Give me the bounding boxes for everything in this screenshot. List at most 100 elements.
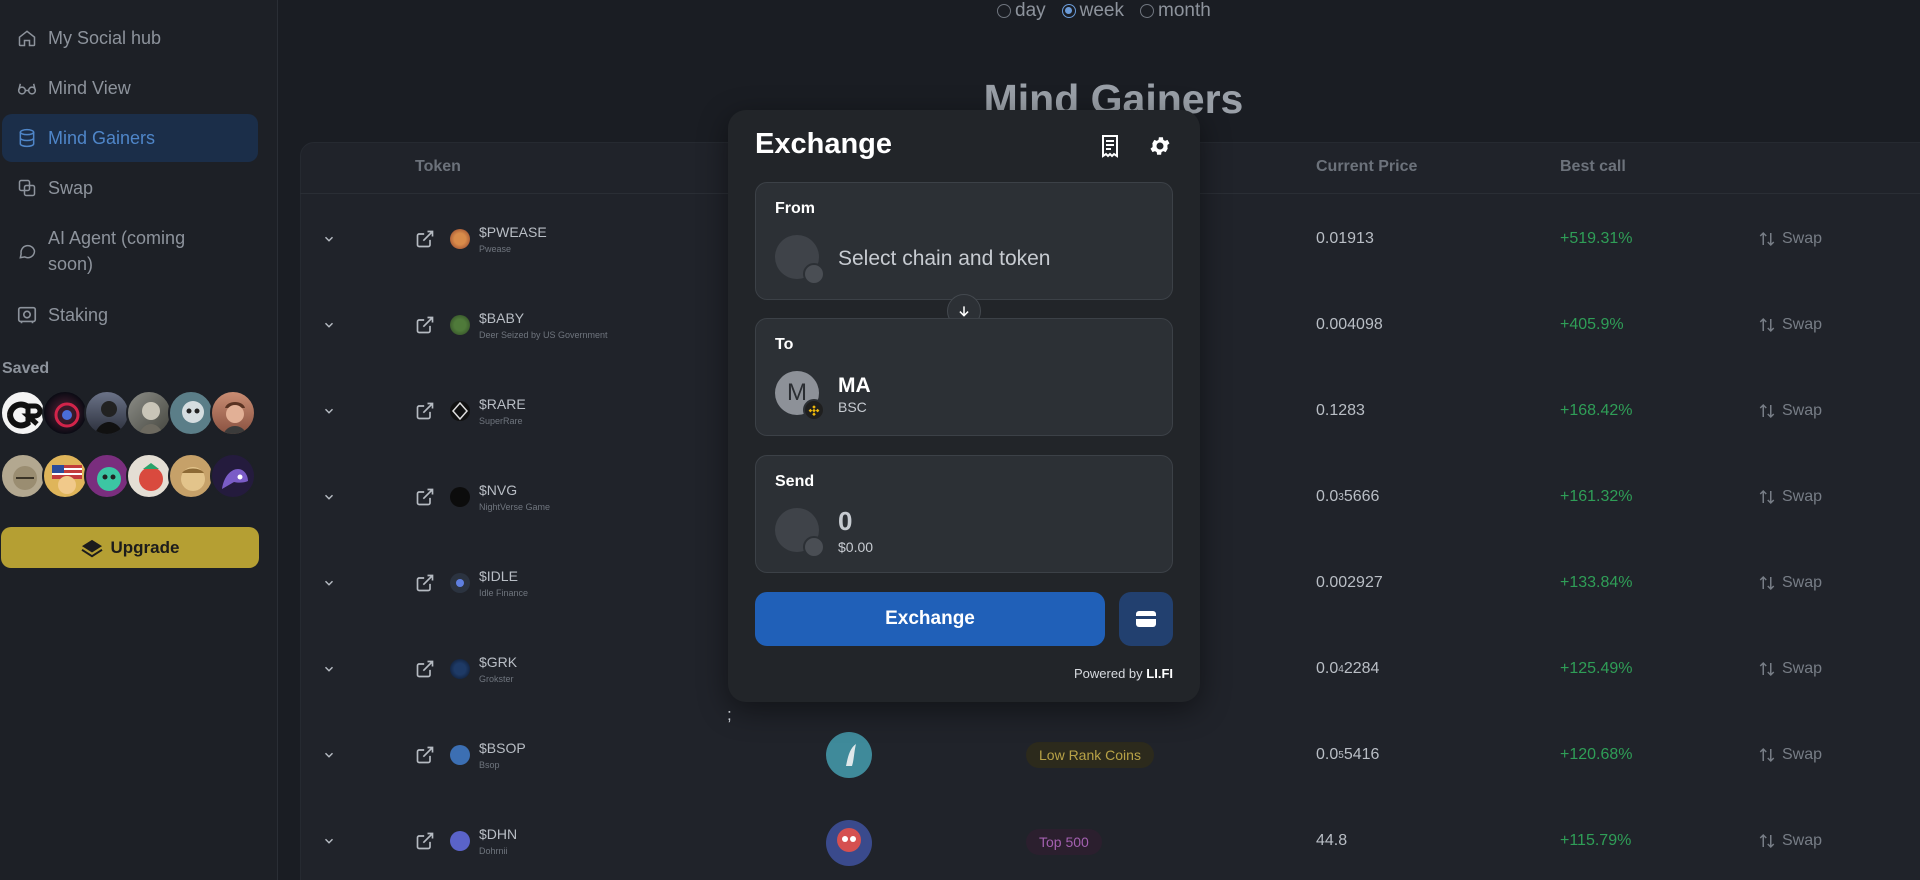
- swap-button-label: Swap: [1782, 402, 1823, 419]
- chevron-down-icon[interactable]: [322, 626, 336, 712]
- radio-button[interactable]: [1140, 4, 1154, 18]
- token-symbol[interactable]: $BSOP: [479, 740, 526, 756]
- to-token-symbol: MA: [838, 374, 871, 397]
- swap-button[interactable]: Swap: [1758, 368, 1822, 454]
- token-logo: [450, 573, 470, 593]
- token-symbol[interactable]: $IDLE: [479, 568, 518, 584]
- external-link-icon[interactable]: [415, 282, 435, 368]
- period-option-label: week: [1079, 0, 1124, 21]
- powered-by-text: Powered by: [1074, 666, 1143, 681]
- best-call: +115.79%: [1560, 832, 1632, 849]
- chevron-down-icon[interactable]: [322, 196, 336, 282]
- token-name: Idle Finance: [479, 588, 529, 598]
- token-symbol[interactable]: $RARE: [479, 396, 526, 412]
- stray-text: ;: [727, 705, 732, 724]
- chat-icon: [16, 238, 38, 264]
- best-call: +133.84%: [1560, 574, 1633, 591]
- best-call: +168.42%: [1560, 402, 1633, 419]
- current-price: 0.004098: [1316, 316, 1383, 333]
- current-price: 44.8: [1316, 832, 1348, 849]
- sidebar-item-my-social-hub[interactable]: My Social hub: [2, 25, 258, 51]
- arrow-down-icon: [959, 306, 969, 317]
- upgrade-button[interactable]: Upgrade: [1, 527, 259, 568]
- gear-icon[interactable]: [1148, 134, 1172, 163]
- period-option-day[interactable]: day: [997, 0, 1046, 22]
- chevron-down-icon[interactable]: [322, 540, 336, 626]
- to-chain-name: BSC: [838, 399, 867, 415]
- from-token-selector[interactable]: From Select chain and token: [755, 182, 1173, 300]
- wallet-button[interactable]: [1119, 592, 1173, 646]
- radio-button[interactable]: [997, 4, 1011, 18]
- avatar[interactable]: [126, 390, 172, 436]
- external-link-icon[interactable]: [415, 626, 435, 712]
- database-icon: [16, 125, 38, 151]
- swap-button[interactable]: Swap: [1758, 626, 1822, 712]
- swap-arrows-icon: [1759, 403, 1775, 419]
- period-option-week[interactable]: week: [1061, 0, 1124, 22]
- chevron-down-icon[interactable]: [322, 368, 336, 454]
- avatar[interactable]: [210, 390, 256, 436]
- token-symbol[interactable]: $DHN: [479, 826, 517, 842]
- home-icon: [16, 25, 38, 51]
- chain-placeholder-icon: [803, 263, 825, 285]
- radio-button-selected[interactable]: [1061, 4, 1076, 18]
- token-logo: [450, 315, 470, 335]
- token-symbol[interactable]: $PWEASE: [479, 224, 547, 240]
- sidebar-item-swap[interactable]: Swap: [2, 175, 258, 201]
- token-name: Bsop: [479, 760, 500, 770]
- period-option-month[interactable]: month: [1140, 0, 1211, 22]
- from-label: From: [775, 200, 815, 217]
- avatar[interactable]: [84, 390, 130, 436]
- column-header-token: Token: [415, 158, 461, 175]
- token-logo: [450, 229, 470, 249]
- avatar[interactable]: [168, 390, 214, 436]
- avatar[interactable]: [42, 453, 88, 499]
- current-price: 0.002927: [1316, 574, 1383, 591]
- external-link-icon[interactable]: [415, 368, 435, 454]
- chevron-down-icon[interactable]: [322, 798, 336, 880]
- swap-button[interactable]: Swap: [1758, 282, 1822, 368]
- token-symbol[interactable]: $NVG: [479, 482, 517, 498]
- swap-arrows-icon: [1759, 317, 1775, 333]
- sidebar-item-ai-agent[interactable]: AI Agent (coming soon): [2, 225, 242, 277]
- swap-arrows-icon: [1759, 747, 1775, 763]
- chevron-down-icon[interactable]: [322, 282, 336, 368]
- avatar[interactable]: [0, 390, 46, 436]
- column-header-current-price: Current Price: [1316, 158, 1418, 175]
- chevron-down-icon[interactable]: [322, 712, 336, 798]
- receipt-icon[interactable]: [1098, 134, 1122, 163]
- swap-button[interactable]: Swap: [1758, 196, 1822, 282]
- swap-button[interactable]: Swap: [1758, 454, 1822, 540]
- avatar[interactable]: [126, 453, 172, 499]
- avatar[interactable]: [42, 390, 88, 436]
- external-link-icon[interactable]: [415, 540, 435, 626]
- token-logo: [450, 401, 470, 421]
- external-link-icon[interactable]: [415, 454, 435, 540]
- send-amount-input[interactable]: 0: [838, 506, 852, 537]
- swap-button[interactable]: Swap: [1758, 712, 1822, 798]
- avatar[interactable]: [0, 453, 46, 499]
- current-price: 0.1283: [1316, 402, 1365, 419]
- external-link-icon[interactable]: [415, 798, 435, 880]
- token-symbol[interactable]: $BABY: [479, 310, 524, 326]
- token-logo: [450, 659, 470, 679]
- chevron-down-icon[interactable]: [322, 454, 336, 540]
- token-symbol[interactable]: $GRK: [479, 654, 517, 670]
- external-link-icon[interactable]: [415, 196, 435, 282]
- avatar[interactable]: [210, 453, 256, 499]
- lifi-brand[interactable]: LI.FI: [1146, 666, 1173, 681]
- external-link-icon[interactable]: [415, 712, 435, 798]
- current-price: 0.01913: [1316, 230, 1374, 247]
- avatar[interactable]: [84, 453, 130, 499]
- avatar[interactable]: [168, 453, 214, 499]
- exchange-button[interactable]: Exchange: [755, 592, 1105, 646]
- sidebar-item-staking[interactable]: Staking: [2, 302, 258, 328]
- current-price: 0.0 4 2284: [1316, 660, 1380, 677]
- to-token-selector[interactable]: To M MA BSC: [755, 318, 1173, 436]
- best-call: +519.31%: [1560, 230, 1633, 247]
- token-name: SuperRare: [479, 416, 523, 426]
- swap-button[interactable]: Swap: [1758, 798, 1822, 880]
- column-header-best-call: Best call: [1560, 158, 1626, 175]
- swap-button[interactable]: Swap: [1758, 540, 1822, 626]
- swap-button-label: Swap: [1782, 488, 1823, 505]
